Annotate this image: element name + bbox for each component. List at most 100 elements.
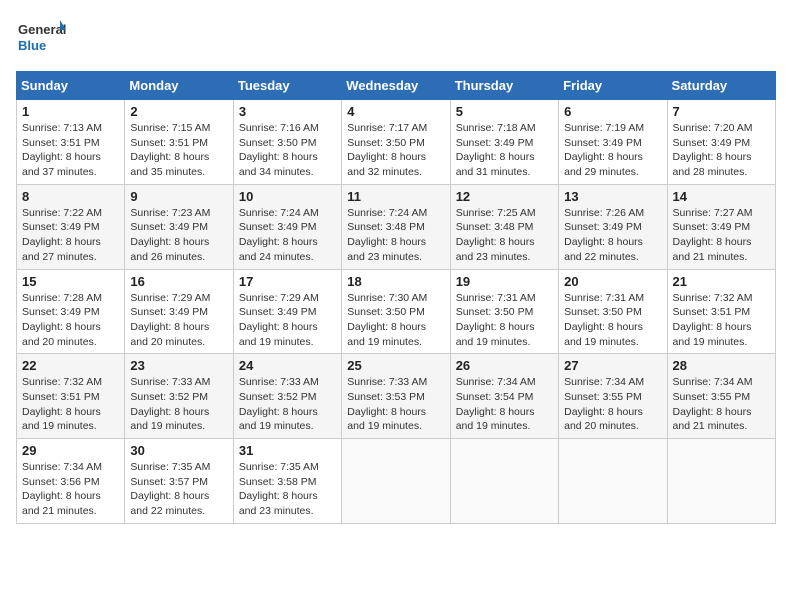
day-info: Sunrise: 7:29 AM Sunset: 3:49 PM Dayligh… <box>130 291 227 350</box>
calendar-day-29: 29 Sunrise: 7:34 AM Sunset: 3:56 PM Dayl… <box>17 439 125 524</box>
day-number: 13 <box>564 189 661 204</box>
day-info: Sunrise: 7:24 AM Sunset: 3:48 PM Dayligh… <box>347 206 444 265</box>
day-number: 21 <box>673 274 770 289</box>
column-header-friday: Friday <box>559 72 667 100</box>
day-number: 17 <box>239 274 336 289</box>
day-number: 14 <box>673 189 770 204</box>
day-number: 10 <box>239 189 336 204</box>
day-info: Sunrise: 7:25 AM Sunset: 3:48 PM Dayligh… <box>456 206 553 265</box>
calendar-day-2: 2 Sunrise: 7:15 AM Sunset: 3:51 PM Dayli… <box>125 100 233 185</box>
calendar-day-4: 4 Sunrise: 7:17 AM Sunset: 3:50 PM Dayli… <box>342 100 450 185</box>
calendar-table: SundayMondayTuesdayWednesdayThursdayFrid… <box>16 71 776 524</box>
day-info: Sunrise: 7:34 AM Sunset: 3:56 PM Dayligh… <box>22 460 119 519</box>
calendar-day-17: 17 Sunrise: 7:29 AM Sunset: 3:49 PM Dayl… <box>233 269 341 354</box>
empty-cell <box>450 439 558 524</box>
calendar-day-18: 18 Sunrise: 7:30 AM Sunset: 3:50 PM Dayl… <box>342 269 450 354</box>
day-number: 26 <box>456 358 553 373</box>
calendar-day-5: 5 Sunrise: 7:18 AM Sunset: 3:49 PM Dayli… <box>450 100 558 185</box>
calendar-day-20: 20 Sunrise: 7:31 AM Sunset: 3:50 PM Dayl… <box>559 269 667 354</box>
calendar-header-row: SundayMondayTuesdayWednesdayThursdayFrid… <box>17 72 776 100</box>
day-number: 3 <box>239 104 336 119</box>
day-number: 2 <box>130 104 227 119</box>
day-info: Sunrise: 7:23 AM Sunset: 3:49 PM Dayligh… <box>130 206 227 265</box>
day-number: 31 <box>239 443 336 458</box>
day-info: Sunrise: 7:22 AM Sunset: 3:49 PM Dayligh… <box>22 206 119 265</box>
day-number: 19 <box>456 274 553 289</box>
day-number: 5 <box>456 104 553 119</box>
empty-cell <box>342 439 450 524</box>
svg-text:General: General <box>18 22 66 37</box>
empty-cell <box>559 439 667 524</box>
calendar-day-12: 12 Sunrise: 7:25 AM Sunset: 3:48 PM Dayl… <box>450 184 558 269</box>
calendar-day-26: 26 Sunrise: 7:34 AM Sunset: 3:54 PM Dayl… <box>450 354 558 439</box>
calendar-day-31: 31 Sunrise: 7:35 AM Sunset: 3:58 PM Dayl… <box>233 439 341 524</box>
day-info: Sunrise: 7:33 AM Sunset: 3:53 PM Dayligh… <box>347 375 444 434</box>
svg-text:Blue: Blue <box>18 38 46 53</box>
day-number: 6 <box>564 104 661 119</box>
day-number: 23 <box>130 358 227 373</box>
calendar-day-24: 24 Sunrise: 7:33 AM Sunset: 3:52 PM Dayl… <box>233 354 341 439</box>
day-number: 12 <box>456 189 553 204</box>
day-number: 24 <box>239 358 336 373</box>
day-info: Sunrise: 7:24 AM Sunset: 3:49 PM Dayligh… <box>239 206 336 265</box>
day-info: Sunrise: 7:29 AM Sunset: 3:49 PM Dayligh… <box>239 291 336 350</box>
day-info: Sunrise: 7:32 AM Sunset: 3:51 PM Dayligh… <box>22 375 119 434</box>
calendar-day-19: 19 Sunrise: 7:31 AM Sunset: 3:50 PM Dayl… <box>450 269 558 354</box>
logo: General Blue <box>16 16 66 61</box>
calendar-day-9: 9 Sunrise: 7:23 AM Sunset: 3:49 PM Dayli… <box>125 184 233 269</box>
calendar-day-10: 10 Sunrise: 7:24 AM Sunset: 3:49 PM Dayl… <box>233 184 341 269</box>
calendar-day-22: 22 Sunrise: 7:32 AM Sunset: 3:51 PM Dayl… <box>17 354 125 439</box>
column-header-sunday: Sunday <box>17 72 125 100</box>
day-info: Sunrise: 7:34 AM Sunset: 3:55 PM Dayligh… <box>564 375 661 434</box>
day-info: Sunrise: 7:35 AM Sunset: 3:57 PM Dayligh… <box>130 460 227 519</box>
day-number: 11 <box>347 189 444 204</box>
calendar-day-30: 30 Sunrise: 7:35 AM Sunset: 3:57 PM Dayl… <box>125 439 233 524</box>
calendar-day-16: 16 Sunrise: 7:29 AM Sunset: 3:49 PM Dayl… <box>125 269 233 354</box>
logo-svg: General Blue <box>16 16 66 61</box>
empty-cell <box>667 439 775 524</box>
calendar-week-5: 29 Sunrise: 7:34 AM Sunset: 3:56 PM Dayl… <box>17 439 776 524</box>
day-info: Sunrise: 7:33 AM Sunset: 3:52 PM Dayligh… <box>130 375 227 434</box>
day-number: 4 <box>347 104 444 119</box>
day-number: 30 <box>130 443 227 458</box>
column-header-thursday: Thursday <box>450 72 558 100</box>
calendar-week-3: 15 Sunrise: 7:28 AM Sunset: 3:49 PM Dayl… <box>17 269 776 354</box>
column-header-saturday: Saturday <box>667 72 775 100</box>
day-info: Sunrise: 7:19 AM Sunset: 3:49 PM Dayligh… <box>564 121 661 180</box>
day-info: Sunrise: 7:31 AM Sunset: 3:50 PM Dayligh… <box>564 291 661 350</box>
day-info: Sunrise: 7:26 AM Sunset: 3:49 PM Dayligh… <box>564 206 661 265</box>
day-number: 15 <box>22 274 119 289</box>
calendar-week-2: 8 Sunrise: 7:22 AM Sunset: 3:49 PM Dayli… <box>17 184 776 269</box>
day-number: 20 <box>564 274 661 289</box>
column-header-wednesday: Wednesday <box>342 72 450 100</box>
calendar-day-3: 3 Sunrise: 7:16 AM Sunset: 3:50 PM Dayli… <box>233 100 341 185</box>
calendar-week-1: 1 Sunrise: 7:13 AM Sunset: 3:51 PM Dayli… <box>17 100 776 185</box>
column-header-monday: Monday <box>125 72 233 100</box>
day-number: 1 <box>22 104 119 119</box>
calendar-day-14: 14 Sunrise: 7:27 AM Sunset: 3:49 PM Dayl… <box>667 184 775 269</box>
calendar-day-27: 27 Sunrise: 7:34 AM Sunset: 3:55 PM Dayl… <box>559 354 667 439</box>
day-info: Sunrise: 7:27 AM Sunset: 3:49 PM Dayligh… <box>673 206 770 265</box>
day-info: Sunrise: 7:15 AM Sunset: 3:51 PM Dayligh… <box>130 121 227 180</box>
page-header: General Blue <box>16 16 776 61</box>
day-info: Sunrise: 7:16 AM Sunset: 3:50 PM Dayligh… <box>239 121 336 180</box>
day-info: Sunrise: 7:17 AM Sunset: 3:50 PM Dayligh… <box>347 121 444 180</box>
calendar-day-25: 25 Sunrise: 7:33 AM Sunset: 3:53 PM Dayl… <box>342 354 450 439</box>
day-number: 9 <box>130 189 227 204</box>
day-number: 25 <box>347 358 444 373</box>
day-info: Sunrise: 7:34 AM Sunset: 3:54 PM Dayligh… <box>456 375 553 434</box>
calendar-day-6: 6 Sunrise: 7:19 AM Sunset: 3:49 PM Dayli… <box>559 100 667 185</box>
day-info: Sunrise: 7:34 AM Sunset: 3:55 PM Dayligh… <box>673 375 770 434</box>
day-number: 22 <box>22 358 119 373</box>
day-info: Sunrise: 7:28 AM Sunset: 3:49 PM Dayligh… <box>22 291 119 350</box>
day-info: Sunrise: 7:30 AM Sunset: 3:50 PM Dayligh… <box>347 291 444 350</box>
day-number: 7 <box>673 104 770 119</box>
day-info: Sunrise: 7:31 AM Sunset: 3:50 PM Dayligh… <box>456 291 553 350</box>
calendar-day-7: 7 Sunrise: 7:20 AM Sunset: 3:49 PM Dayli… <box>667 100 775 185</box>
day-number: 28 <box>673 358 770 373</box>
calendar-day-23: 23 Sunrise: 7:33 AM Sunset: 3:52 PM Dayl… <box>125 354 233 439</box>
calendar-day-28: 28 Sunrise: 7:34 AM Sunset: 3:55 PM Dayl… <box>667 354 775 439</box>
day-number: 29 <box>22 443 119 458</box>
day-info: Sunrise: 7:35 AM Sunset: 3:58 PM Dayligh… <box>239 460 336 519</box>
calendar-day-8: 8 Sunrise: 7:22 AM Sunset: 3:49 PM Dayli… <box>17 184 125 269</box>
